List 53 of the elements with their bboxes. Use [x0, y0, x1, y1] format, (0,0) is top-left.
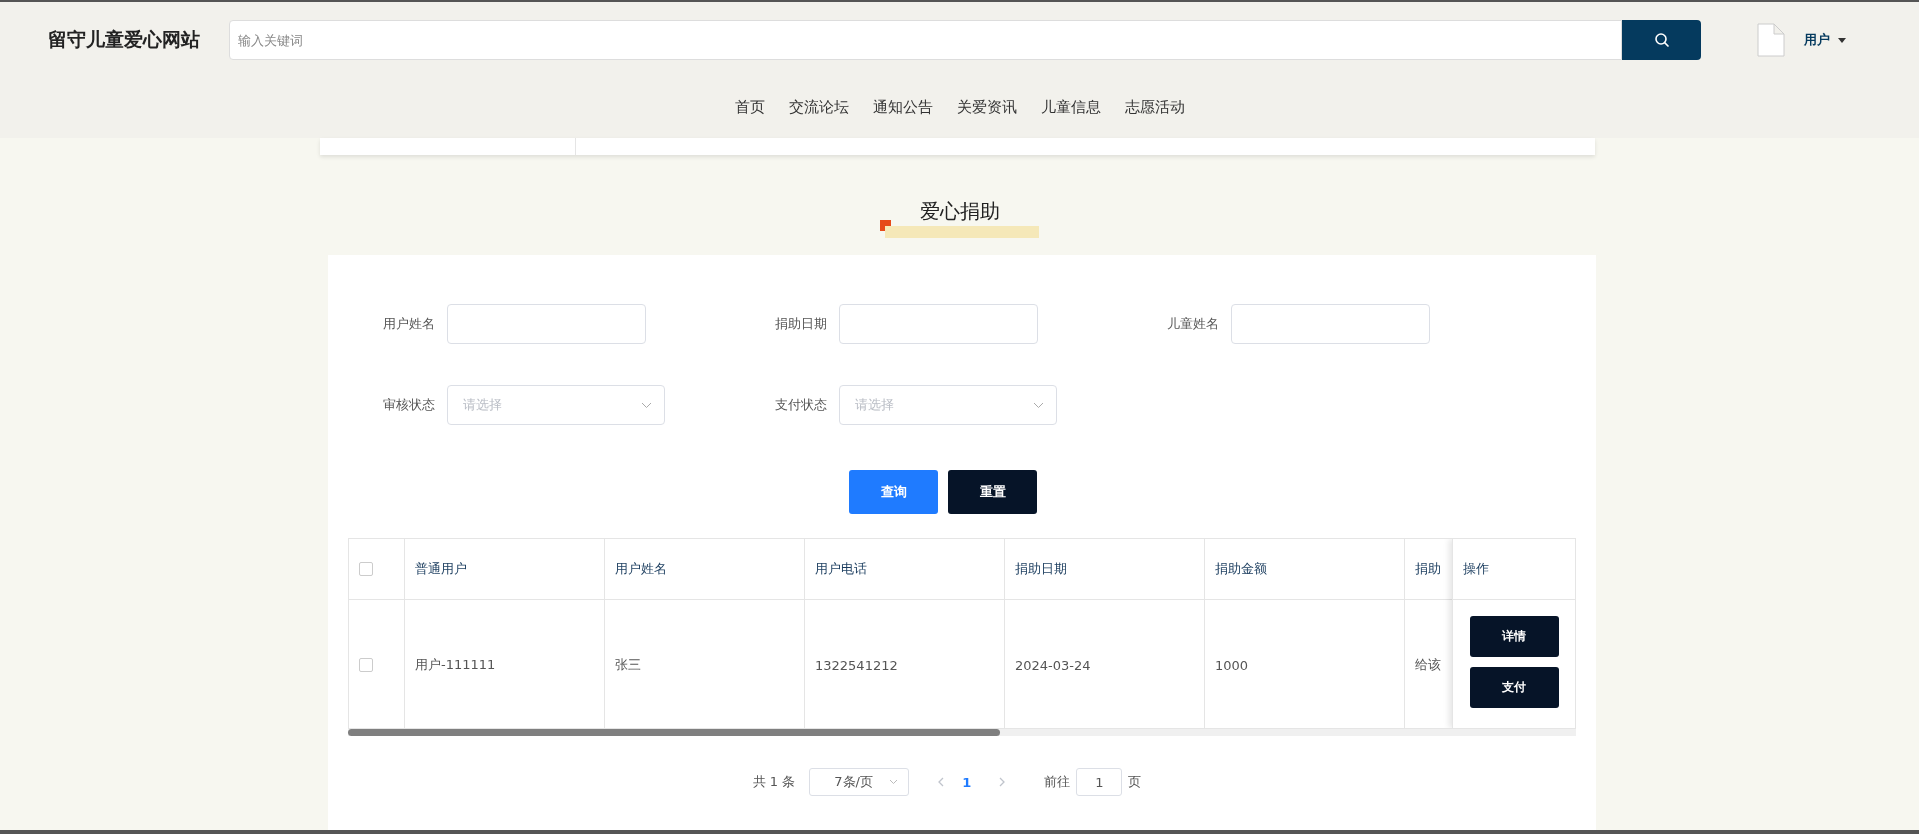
- page-size-select[interactable]: 7条/页: [809, 768, 910, 796]
- caret-icon: [1838, 37, 1846, 43]
- field-label: 用户姓名: [382, 315, 436, 333]
- search-button[interactable]: [1622, 20, 1701, 60]
- table-cell: 1000: [1215, 657, 1249, 673]
- table-cell: 2024-03-24: [1015, 657, 1091, 673]
- broken-image-icon[interactable]: [1756, 22, 1786, 58]
- next-page-icon[interactable]: [999, 777, 1007, 787]
- chevron-down-icon: [889, 779, 899, 785]
- scrollbar-thumb[interactable]: [348, 729, 1000, 736]
- nav-link[interactable]: 首页: [734, 98, 765, 117]
- chevron-down-icon: [1033, 401, 1044, 409]
- page-suffix: 页: [1128, 773, 1142, 791]
- table-cell: 用户-111111: [415, 656, 496, 674]
- pay-button[interactable]: 支付: [1469, 667, 1559, 708]
- table-cell: 给该: [1415, 656, 1441, 674]
- text-field[interactable]: [447, 304, 646, 344]
- text-field[interactable]: [839, 304, 1038, 344]
- page-number[interactable]: 1: [962, 774, 972, 790]
- column-header: 用户电话: [815, 560, 867, 578]
- field-label: 支付状态: [774, 396, 828, 414]
- field-label: 儿童姓名: [1166, 315, 1220, 333]
- section-title: 爱心捐助: [918, 198, 1001, 225]
- user-menu[interactable]: 用户: [1798, 30, 1852, 50]
- reset-button[interactable]: 重置: [948, 470, 1037, 514]
- goto-label: 前往: [1044, 773, 1071, 791]
- page-input[interactable]: 1: [1076, 768, 1123, 796]
- details-button[interactable]: 详情: [1469, 616, 1559, 657]
- prev-page-icon[interactable]: [937, 777, 945, 787]
- table-cell: 张三: [615, 656, 641, 674]
- nav-link[interactable]: 交流论坛: [788, 98, 849, 117]
- column-header: 捐助金额: [1215, 560, 1267, 578]
- column-header: 捐助日期: [1015, 560, 1067, 578]
- column-header: 用户姓名: [615, 560, 667, 578]
- field-label: 捐助日期: [774, 315, 828, 333]
- table-cell: 1322541212: [815, 657, 898, 673]
- nav-link[interactable]: 关爱资讯: [956, 98, 1017, 117]
- nav-link[interactable]: 儿童信息: [1040, 98, 1101, 117]
- site-logo[interactable]: 留守儿童爱心网站: [48, 27, 229, 53]
- column-header: 普通用户: [415, 560, 467, 578]
- query-button[interactable]: 查询: [849, 470, 938, 514]
- column-header: 操作: [1463, 560, 1489, 578]
- search-field[interactable]: 输入关键词: [229, 20, 1622, 60]
- chevron-down-icon: [641, 401, 652, 409]
- nav-link[interactable]: 通知公告: [872, 98, 933, 117]
- field-label: 审核状态: [382, 396, 436, 414]
- checkbox[interactable]: [359, 658, 373, 672]
- column-header: 捐助: [1415, 560, 1441, 578]
- search-icon: [1653, 32, 1670, 48]
- nav-link[interactable]: 志愿活动: [1124, 98, 1185, 117]
- checkbox[interactable]: [359, 562, 373, 576]
- text-field[interactable]: [1231, 304, 1430, 344]
- total-count: 共 1 条: [752, 773, 796, 791]
